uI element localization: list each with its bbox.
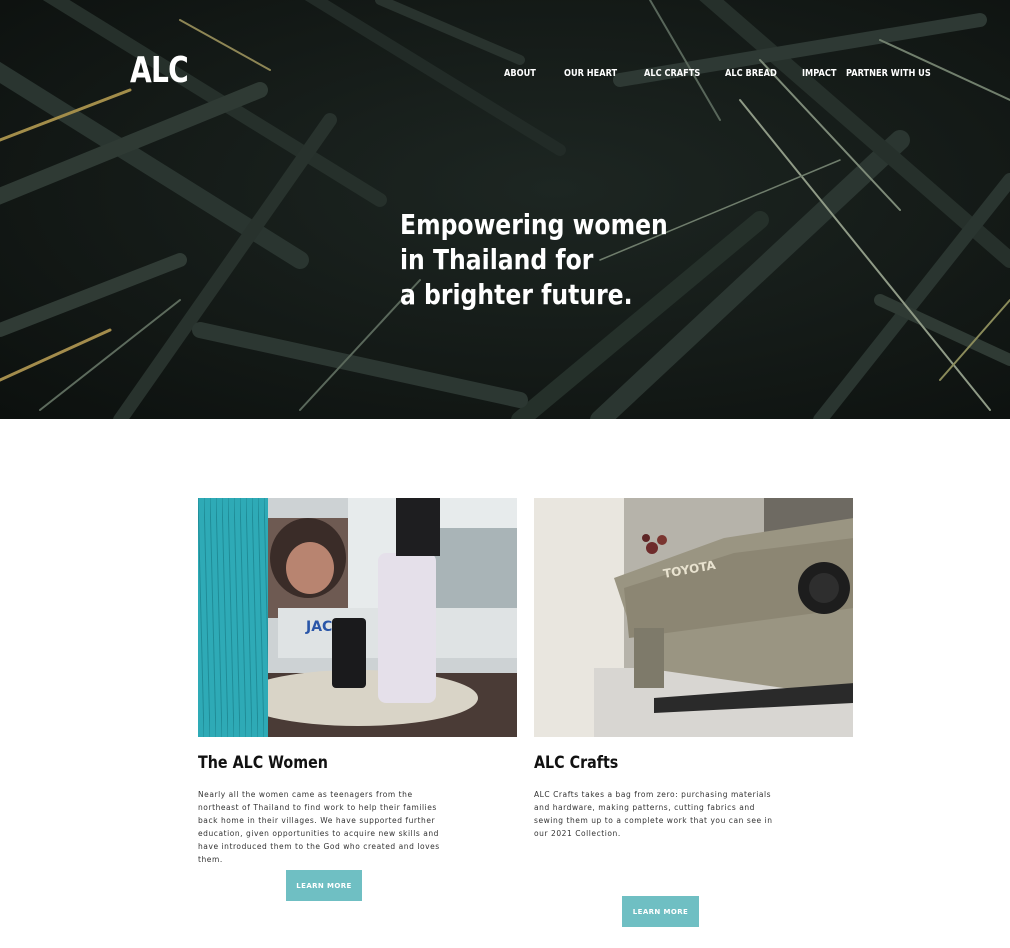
- hero-banner: ALC ABOUT OUR HEART ALC CRAFTS ALC BREAD…: [0, 0, 1010, 419]
- site-logo[interactable]: ALC: [130, 50, 189, 91]
- card-title-alc-crafts: ALC Crafts: [534, 753, 619, 773]
- alc-women-image: JAC: [198, 498, 517, 737]
- hero-headline: Empowering women in Thailand for a brigh…: [400, 207, 668, 312]
- alc-crafts-image: TOYOTA: [534, 498, 853, 737]
- learn-more-button-alc-women[interactable]: LEARN MORE: [286, 870, 362, 901]
- card-text-alc-crafts: ALC Crafts takes a bag from zero: purcha…: [534, 790, 773, 838]
- hero-headline-line: in Thailand for: [400, 243, 594, 276]
- svg-text:JAC: JAC: [305, 619, 332, 635]
- nav-item-partner-with-us[interactable]: PARTNER WITH US: [846, 68, 931, 79]
- card-title-alc-women: The ALC Women: [198, 753, 328, 773]
- nav-item-alc-crafts[interactable]: ALC CRAFTS: [644, 68, 700, 79]
- card-text-alc-women: Nearly all the women came as teenagers f…: [198, 790, 440, 864]
- hero-headline-line: Empowering women: [400, 208, 668, 241]
- hero-headline-line: a brighter future.: [400, 278, 633, 311]
- nav-item-about[interactable]: ABOUT: [504, 68, 536, 79]
- nav-item-alc-bread[interactable]: ALC BREAD: [725, 68, 777, 79]
- nav-item-our-heart[interactable]: OUR HEART: [564, 68, 617, 79]
- learn-more-button-alc-crafts[interactable]: LEARN MORE: [622, 896, 699, 927]
- nav-item-impact[interactable]: IMPACT: [802, 68, 836, 79]
